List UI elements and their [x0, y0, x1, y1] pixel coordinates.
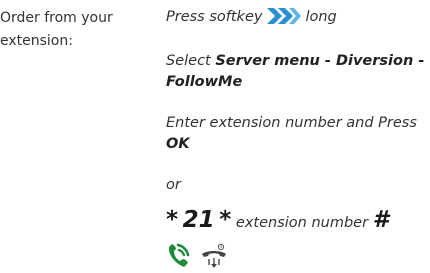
double-chevron-right-icon: [267, 8, 302, 24]
code-star-1: *: [166, 207, 179, 233]
code-extension-text: extension number: [235, 215, 369, 231]
code-hash: #: [372, 207, 389, 233]
step-select-prefix: Select: [166, 53, 216, 69]
step-enter-extension: Enter extension number and Press: [166, 112, 417, 134]
step-press-softkey: Press softkey long: [166, 6, 337, 28]
hang-up-icon: [200, 243, 228, 273]
or-text: or: [166, 177, 181, 193]
ok-key-label: OK: [166, 136, 190, 152]
step-press-softkey-suffix: long: [305, 9, 337, 25]
or-separator: or: [166, 174, 181, 196]
code-star-2: *: [219, 207, 232, 233]
instruction-label: Order from your extension:: [0, 7, 150, 53]
step-enter-extension-cont: OK: [166, 133, 190, 155]
step-press-softkey-prefix: Press softkey: [166, 9, 263, 25]
step-select-menu-cont: FollowMe: [166, 71, 242, 93]
instruction-label-line2: extension:: [0, 33, 73, 49]
menu-path-line1: Server menu - Diversion -: [215, 53, 425, 69]
code-number: 21: [182, 207, 215, 233]
menu-path-line2: FollowMe: [166, 74, 243, 90]
step-select-menu: Select Server menu - Diversion -: [166, 50, 424, 72]
instruction-label-line1: Order from your: [0, 10, 113, 26]
phone-handset-icon: [166, 243, 196, 273]
dial-code-line: * 21 * extension number #: [166, 207, 389, 233]
step-enter-extension-text: Enter extension number and Press: [166, 115, 417, 131]
